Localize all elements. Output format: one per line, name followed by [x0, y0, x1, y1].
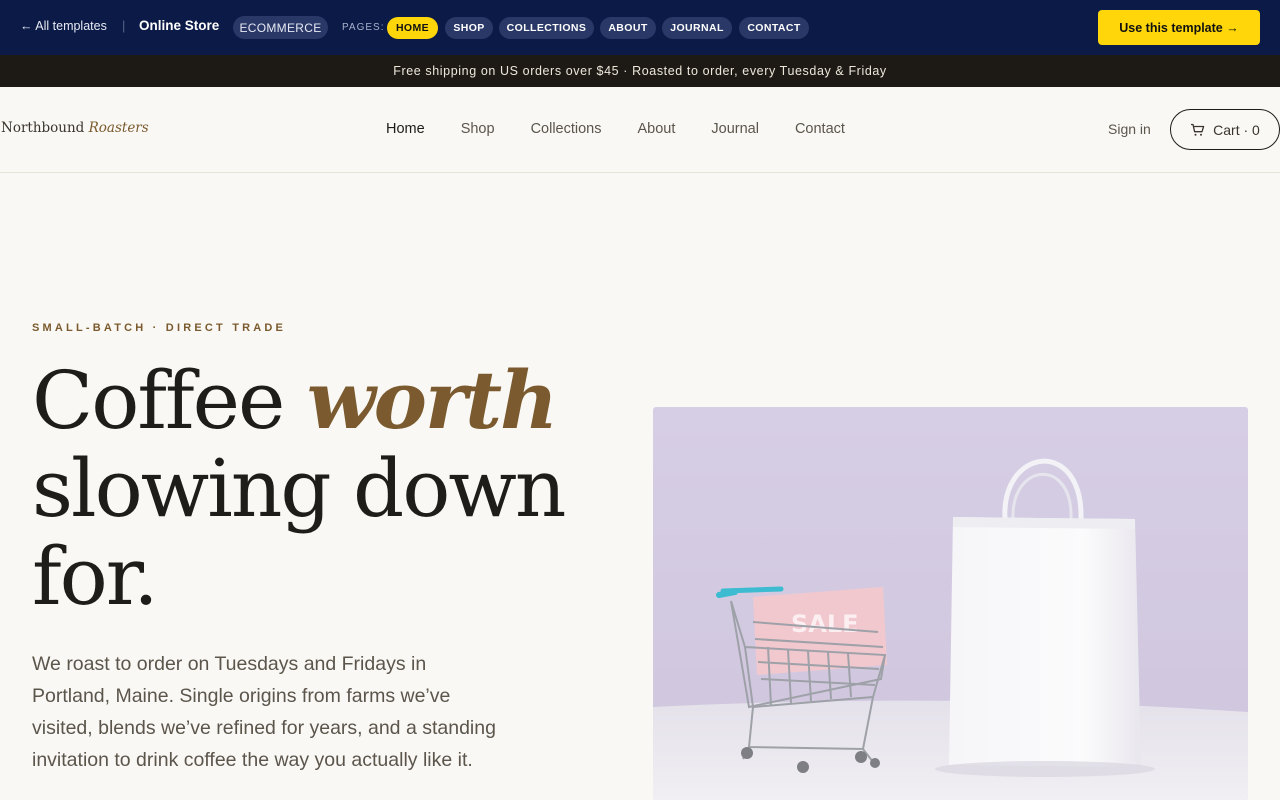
template-bar: ← All templates | Online Store ECOMMERCE… [0, 0, 1280, 55]
template-name: Online Store [139, 18, 220, 33]
nav-about[interactable]: About [637, 121, 675, 137]
nav-contact[interactable]: Contact [795, 121, 845, 137]
main-nav: Home Shop Collections About Journal Cont… [386, 121, 845, 137]
svg-text:SALE: SALE [791, 610, 859, 638]
brand-name: Northbound [1, 120, 85, 136]
cart-button[interactable]: Cart · 0 [1170, 109, 1280, 150]
page-pill-about[interactable]: ABOUT [600, 17, 656, 39]
page-pill-journal[interactable]: JOURNAL [662, 17, 732, 39]
pages-label: PAGES: [342, 22, 385, 33]
announcement-bar: Free shipping on US orders over $45 · Ro… [0, 55, 1280, 87]
hero-description: We roast to order on Tuesdays and Friday… [32, 653, 496, 771]
nav-shop[interactable]: Shop [461, 121, 495, 137]
category-badge: ECOMMERCE [233, 16, 328, 39]
site-header: Northbound Roasters Home Shop Collection… [0, 87, 1280, 173]
shopping-cart-and-bag-illustration: SALE [653, 407, 1248, 800]
divider: | [122, 18, 126, 33]
hero-eyebrow: SMALL-BATCH · DIRECT TRADE [32, 322, 287, 334]
headline-line-2: slowing down [32, 442, 566, 535]
hero-image: SALE [653, 407, 1248, 800]
nav-journal[interactable]: Journal [711, 121, 759, 137]
cart-label: Cart · 0 [1213, 121, 1260, 138]
page-pill-collections[interactable]: COLLECTIONS [499, 17, 594, 39]
hero-headline: Coffee worth slowing down for. [32, 353, 566, 623]
cart-icon [1191, 123, 1205, 136]
headline-line-3: for. [32, 530, 159, 623]
sign-in-link[interactable]: Sign in [1108, 121, 1151, 137]
page-pill-shop[interactable]: SHOP [445, 17, 493, 39]
brand-logo[interactable]: Northbound Roasters [1, 120, 149, 136]
headline-text: Coffee [32, 354, 307, 447]
nav-home[interactable]: Home [386, 121, 425, 137]
headline-accent: worth [306, 353, 558, 447]
page-pill-contact[interactable]: CONTACT [739, 17, 809, 39]
nav-collections[interactable]: Collections [531, 121, 602, 137]
brand-accent: Roasters [88, 120, 149, 136]
all-templates-link[interactable]: ← All templates [20, 19, 107, 33]
use-template-button[interactable]: Use this template → [1098, 10, 1260, 45]
page-pill-home[interactable]: HOME [387, 17, 438, 39]
